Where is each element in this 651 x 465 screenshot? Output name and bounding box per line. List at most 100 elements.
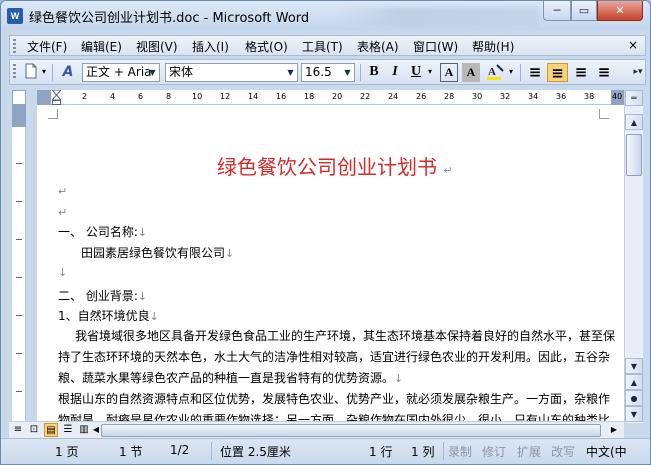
normal-view-icon[interactable]: ≡ bbox=[11, 423, 25, 437]
document-page[interactable]: 绿色餐饮公司创业计划书 ↵ ↵ ↵ 一、 公司名称:↓ 田园素居绿色餐饮有限公司… bbox=[37, 105, 624, 423]
styles-formatting-icon[interactable]: A bbox=[57, 63, 79, 82]
subheading[interactable]: 1、自然环境优良↓ bbox=[58, 307, 159, 324]
underline-button[interactable]: U bbox=[407, 63, 425, 82]
ruler-number: 26 bbox=[416, 92, 427, 101]
crop-mark bbox=[48, 109, 58, 119]
scroll-right-icon[interactable]: ▶ bbox=[607, 423, 621, 437]
toolbar-dropdown-icon[interactable]: ▾ bbox=[40, 63, 48, 82]
toolbar-grip-icon[interactable] bbox=[13, 64, 16, 80]
ruler-tick bbox=[16, 201, 22, 202]
menu-file[interactable]: 文件(F) bbox=[27, 38, 67, 55]
toolbar-separator bbox=[52, 64, 53, 81]
ruler-number: 28 bbox=[444, 92, 455, 101]
body-line[interactable]: 田园素居绿色餐饮有限公司↓ bbox=[81, 244, 234, 261]
split-handle-icon[interactable]: ═ bbox=[625, 90, 643, 106]
body-line-text: 根据山东的自然资源特点和区位优势，发展特色农业、优势产业，就必须发展杂粮生产。一… bbox=[58, 392, 611, 406]
font-dropdown-icon[interactable]: ▼ bbox=[285, 65, 296, 80]
font-size-select[interactable]: 16.5 ▼ bbox=[301, 63, 355, 82]
print-view-icon[interactable]: ▤ bbox=[44, 423, 58, 437]
style-dropdown-icon[interactable]: ▼ bbox=[147, 65, 158, 80]
ruler-number: 20 bbox=[332, 92, 343, 101]
body-line[interactable]: 粮、蔬菜水果等绿色农产品的种植一直是我省特有的优势资源。↓ bbox=[58, 369, 403, 386]
style-select[interactable]: 正文 + Aria ▼ bbox=[82, 63, 160, 82]
line-break-mark: ↓ bbox=[137, 290, 148, 303]
body-line[interactable]: 根据山东的自然资源特点和区位优势，发展特色农业、优势产业，就必须发展杂粮生产。一… bbox=[58, 390, 610, 407]
status-track-changes[interactable]: 修订 bbox=[482, 443, 506, 460]
character-shading-button[interactable]: A bbox=[462, 63, 480, 82]
ruler-number: 16 bbox=[276, 92, 287, 101]
horizontal-scroll-thumb[interactable] bbox=[101, 424, 601, 437]
ruler-number: 18 bbox=[304, 92, 315, 101]
font-select[interactable]: 宋体 ▼ bbox=[165, 63, 298, 82]
indent-marker-icon[interactable] bbox=[50, 89, 63, 105]
document-body[interactable]: 绿色餐饮公司创业计划书 ↵ ↵ ↵ 一、 公司名称:↓ 田园素居绿色餐饮有限公司… bbox=[37, 105, 624, 423]
menu-edit[interactable]: 编辑(E) bbox=[81, 38, 122, 55]
tab-selector[interactable] bbox=[12, 90, 26, 105]
word-window: W 绿色餐饮公司创业计划书.doc - Microsoft Word ─ ▭ ✕… bbox=[0, 0, 651, 465]
document-title[interactable]: 绿色餐饮公司创业计划书 ↵ bbox=[217, 151, 453, 180]
section-heading[interactable]: 一、 公司名称:↓ bbox=[58, 223, 147, 240]
horizontal-ruler[interactable]: 2 4 6 8 10 12 14 16 18 20 22 24 26 28 30… bbox=[37, 89, 624, 105]
section-heading-text: 二、 创业背景: bbox=[58, 289, 138, 303]
vertical-scroll-thumb[interactable] bbox=[626, 134, 642, 176]
ruler-left-margin bbox=[37, 90, 51, 105]
scroll-up-icon[interactable]: ▲ bbox=[625, 114, 643, 130]
character-border-button[interactable]: A bbox=[440, 63, 458, 82]
ruler-number: 10 bbox=[192, 92, 203, 101]
close-button[interactable]: ✕ bbox=[597, 1, 643, 21]
ruler-tick bbox=[16, 163, 22, 164]
ruler-number: 22 bbox=[360, 92, 371, 101]
status-row: 1 行 bbox=[369, 445, 393, 459]
menu-view[interactable]: 视图(V) bbox=[136, 38, 178, 55]
body-line-text: 我省境域很多地区具备开发绿色食品工业的生产环境，其生态环境基本保持着良好的自然水… bbox=[75, 329, 616, 343]
menu-table[interactable]: 表格(A) bbox=[357, 38, 399, 55]
font-size-dropdown-icon[interactable]: ▼ bbox=[342, 65, 353, 80]
outline-view-icon[interactable]: ☰ bbox=[61, 423, 75, 437]
menu-grip-icon[interactable] bbox=[13, 39, 16, 53]
menu-format[interactable]: 格式(O) bbox=[245, 38, 288, 55]
previous-page-icon[interactable]: ▲ bbox=[625, 374, 643, 390]
menu-tools[interactable]: 工具(T) bbox=[302, 38, 343, 55]
status-overtype[interactable]: 改写 bbox=[551, 443, 575, 460]
menu-help[interactable]: 帮助(H) bbox=[472, 38, 514, 55]
italic-button[interactable]: I bbox=[386, 63, 404, 82]
new-document-icon[interactable] bbox=[22, 63, 40, 82]
menu-window[interactable]: 窗口(W) bbox=[413, 38, 458, 55]
horizontal-scrollbar-row: ≡ ⊡ ▤ ☰ ▥ ◀ ▶ bbox=[9, 421, 624, 438]
justify-button[interactable]: ≡ bbox=[594, 63, 614, 82]
subheading-text: 1、自然环境优良 bbox=[58, 309, 150, 323]
vertical-ruler[interactable] bbox=[12, 105, 26, 423]
document-close-button[interactable]: × bbox=[628, 38, 638, 52]
ruler-number: 38 bbox=[584, 92, 595, 101]
ruler-number: 4 bbox=[110, 92, 116, 101]
word-app-icon[interactable]: W bbox=[7, 8, 23, 24]
bold-button[interactable]: B bbox=[365, 63, 383, 82]
align-left-button[interactable]: ≡ bbox=[525, 63, 545, 82]
vertical-scrollbar[interactable]: ═ ▲ ▼ ▲ ● ▼ bbox=[624, 90, 643, 423]
status-column: 1 列 bbox=[411, 445, 435, 459]
align-right-button[interactable]: ≡ bbox=[571, 63, 591, 82]
select-browse-object-icon[interactable]: ● bbox=[625, 390, 643, 406]
status-record[interactable]: 录制 bbox=[448, 443, 472, 460]
ruler-tick bbox=[16, 239, 22, 240]
section-heading[interactable]: 二、 创业背景:↓ bbox=[58, 287, 147, 304]
ruler-tick bbox=[16, 277, 22, 278]
scroll-down-icon[interactable]: ▼ bbox=[625, 358, 643, 374]
title-bar[interactable]: W 绿色餐饮公司创业计划书.doc - Microsoft Word ─ ▭ ✕ bbox=[1, 1, 650, 31]
maximize-button[interactable]: ▭ bbox=[571, 1, 597, 21]
section-heading-text: 一、 公司名称: bbox=[58, 225, 138, 239]
highlight-icon[interactable]: A bbox=[484, 63, 506, 82]
body-line[interactable]: 我省境域很多地区具备开发绿色食品工业的生产环境，其生态环境基本保持着良好的自然水… bbox=[75, 327, 615, 344]
menu-insert[interactable]: 插入(I) bbox=[192, 38, 229, 55]
next-page-icon[interactable]: ▼ bbox=[625, 406, 643, 422]
status-extend[interactable]: 扩展 bbox=[517, 443, 541, 460]
web-view-icon[interactable]: ⊡ bbox=[27, 423, 41, 437]
ruler-tick bbox=[16, 353, 22, 354]
body-line[interactable]: 持了生态环环境的天然本色，水土大气的洁净性相对较高，适宜进行绿色农业的开发利用。… bbox=[58, 348, 610, 365]
underline-dropdown-icon[interactable]: ▾ bbox=[425, 63, 435, 82]
toolbar-options-icon[interactable]: ▸▾ bbox=[632, 63, 644, 82]
highlight-dropdown-icon[interactable]: ▾ bbox=[506, 63, 516, 82]
align-center-button[interactable]: ≡ bbox=[547, 63, 568, 82]
status-section: 1 节 bbox=[119, 445, 143, 459]
minimize-button[interactable]: ─ bbox=[543, 1, 571, 21]
